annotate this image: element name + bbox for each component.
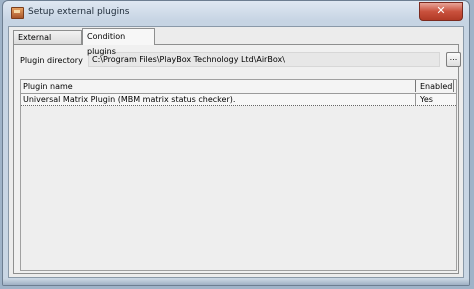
column-header-plugin-name[interactable]: Plugin name	[23, 80, 416, 92]
tab-external-plugins[interactable]: External plugins	[13, 30, 82, 56]
plugin-table[interactable]: Plugin name Enabled Universal Matrix Plu…	[20, 79, 457, 271]
table-header: Plugin name Enabled	[21, 80, 456, 94]
window-title: Setup external plugins	[28, 7, 130, 17]
plugin-directory-label: Plugin directory	[20, 56, 83, 65]
plugin-name-cell: Universal Matrix Plugin (MBM matrix stat…	[23, 94, 416, 105]
dialog-window: Setup external plugins ✕ External plugin…	[2, 0, 470, 286]
close-icon: ✕	[436, 4, 446, 17]
window-bottom-border	[3, 279, 469, 285]
dialog-client-area: External plugins Condition plugins Plugi…	[8, 26, 464, 278]
plugin-enabled-cell: Yes	[420, 95, 433, 104]
browse-button[interactable]: ...	[446, 52, 461, 67]
title-bar[interactable]: Setup external plugins ✕	[3, 1, 469, 25]
column-header-enabled[interactable]: Enabled	[420, 80, 454, 92]
close-button[interactable]: ✕	[419, 2, 463, 21]
table-row[interactable]: Universal Matrix Plugin (MBM matrix stat…	[21, 94, 456, 106]
tab-panel: Plugin directory C:\Program Files\PlayBo…	[13, 44, 461, 274]
plugin-directory-field[interactable]: C:\Program Files\PlayBox Technology Ltd\…	[88, 52, 440, 67]
tab-condition-plugins[interactable]: Condition plugins	[82, 28, 155, 56]
plugin-app-icon	[11, 7, 24, 19]
